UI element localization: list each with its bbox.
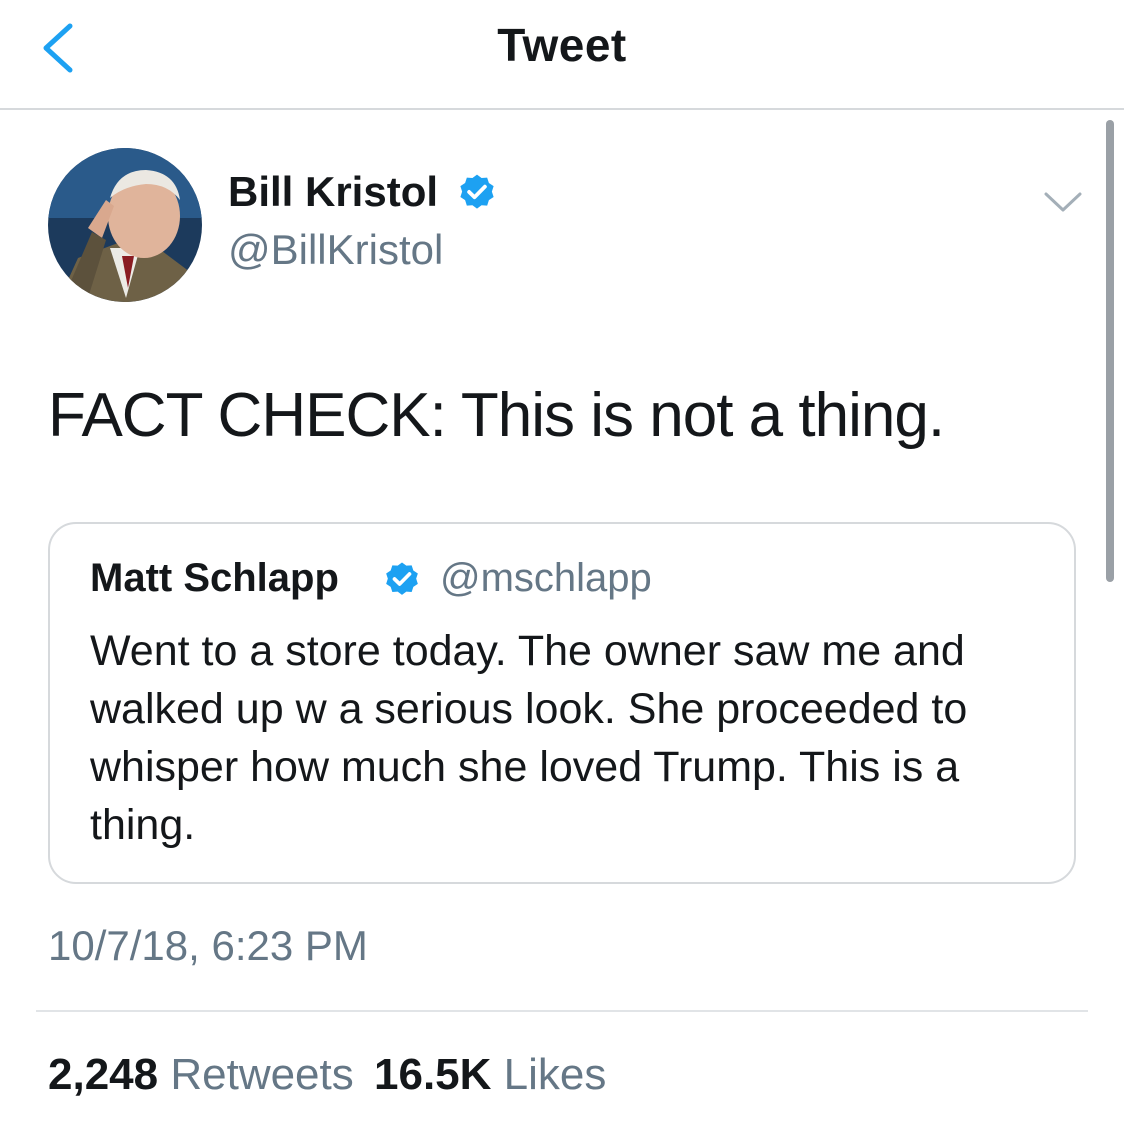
chevron-down-icon[interactable] — [1040, 184, 1086, 220]
divider — [36, 1010, 1088, 1012]
quoted-author-handle: @mschlapp — [440, 556, 652, 600]
quoted-tweet-card[interactable]: Matt Schlapp @mschlapp Went to a store t… — [48, 522, 1076, 884]
retweets-count: 2,248 — [48, 1050, 159, 1099]
nav-header: Tweet — [0, 0, 1124, 110]
tweet-stats: 2,248 Retweets 16.5K Likes — [48, 1050, 606, 1100]
likes-stat[interactable]: 16.5K Likes — [374, 1050, 606, 1099]
tweet-text: FACT CHECK: This is not a thing. — [48, 381, 945, 450]
scrollbar[interactable] — [1106, 120, 1114, 582]
verified-badge-icon — [386, 562, 418, 595]
quoted-tweet-text: Went to a store today. The owner saw me … — [90, 627, 968, 849]
quoted-author-name: Matt Schlapp — [90, 556, 339, 600]
author-handle[interactable]: @BillKristol — [228, 226, 443, 274]
tweet-timestamp: 10/7/18, 6:23 PM — [48, 922, 368, 969]
avatar[interactable] — [48, 148, 202, 302]
likes-count: 16.5K — [374, 1050, 492, 1099]
likes-label: Likes — [503, 1050, 607, 1099]
author-name[interactable]: Bill Kristol — [228, 168, 438, 216]
retweets-label: Retweets — [170, 1050, 354, 1099]
page-title: Tweet — [497, 19, 627, 71]
tweet-options-button[interactable] — [1040, 184, 1086, 220]
retweets-stat[interactable]: 2,248 Retweets — [48, 1050, 366, 1099]
verified-badge-icon — [460, 174, 494, 209]
